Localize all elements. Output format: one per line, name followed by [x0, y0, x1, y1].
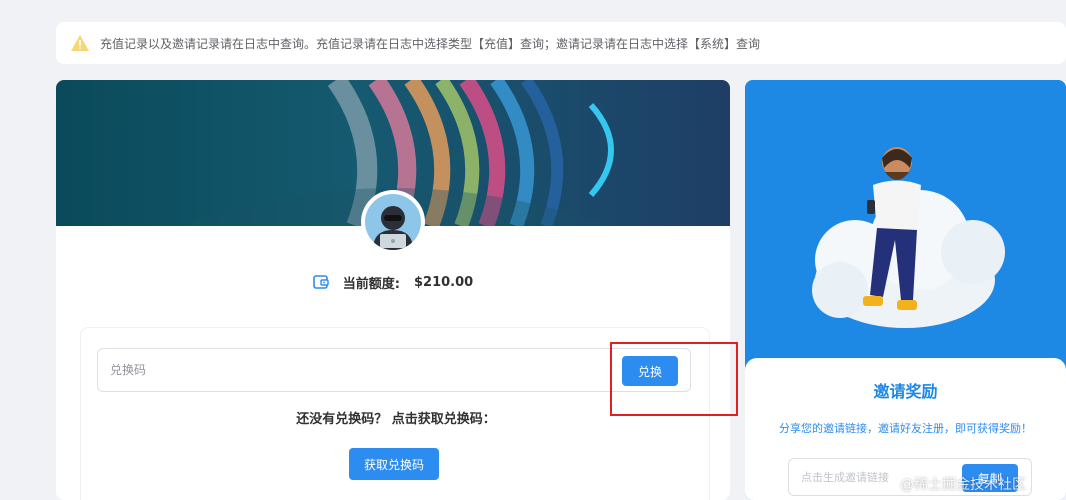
wallet-icon [312, 275, 329, 289]
redeem-button[interactable]: 兑换 [622, 356, 678, 386]
avatar [361, 190, 425, 254]
redeem-code-input[interactable] [97, 348, 691, 392]
balance-value: $210.00 [413, 274, 474, 290]
balance-row: 当前额度: $210.00 [56, 270, 730, 294]
invite-title: 邀请奖励 [873, 382, 938, 401]
cloud-person-illustration [745, 80, 1066, 370]
warning-icon [71, 35, 89, 51]
balance-label: 当前额度: [342, 276, 400, 292]
notice-text: 充值记录以及邀请记录请在日志中查询。充值记录请在日志中选择类型【充值】查询；邀请… [100, 36, 761, 51]
no-code-text: 还没有兑换码？ 点击获取兑换码： [296, 412, 496, 427]
redeem-card: 当前额度: $210.00 兑换 还没有兑换码？ 点击获取兑换码： 获取兑换码 [56, 80, 730, 500]
invite-card: 邀请奖励 分享您的邀请链接，邀请好友注册，即可获得奖励！ 复制 [745, 80, 1066, 500]
get-code-button[interactable]: 获取兑换码 [349, 448, 439, 480]
redeem-panel: 兑换 还没有兑换码？ 点击获取兑换码： 获取兑换码 [80, 327, 710, 500]
invite-description: 分享您的邀请链接，邀请好友注册，即可获得奖励！ [779, 422, 1032, 435]
watermark: @稀土掘金技术社区 [900, 477, 1026, 493]
notice-bar: 充值记录以及邀请记录请在日志中查询。充值记录请在日志中选择类型【充值】查询；邀请… [56, 22, 1066, 64]
